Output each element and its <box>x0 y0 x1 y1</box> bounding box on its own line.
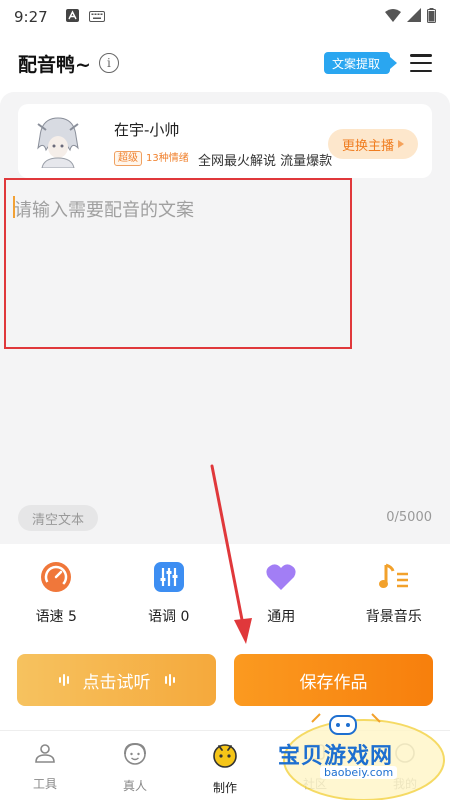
clear-text-button[interactable]: 清空文本 <box>18 505 98 531</box>
status-time: 9:27 <box>14 8 48 26</box>
wave-left-icon <box>58 674 69 686</box>
music-note-icon <box>377 560 411 594</box>
voice-card[interactable]: 在宇-小帅 超级 13种情绪 全网最火解说 流量爆款 更换主播 <box>18 104 432 178</box>
bgm-label: 背景音乐 <box>365 609 422 625</box>
script-text-input[interactable] <box>4 178 352 349</box>
speed-control[interactable]: 语速 5 <box>0 560 113 630</box>
tone-sliders-icon <box>152 560 186 594</box>
keyboard-icon <box>88 8 105 26</box>
listen-label: 点击试听 <box>82 672 151 693</box>
tone-label: 语调 0 <box>148 609 190 625</box>
voice-avatar <box>32 114 84 169</box>
status-right <box>385 7 436 27</box>
save-work-button[interactable]: 保存作品 <box>234 654 433 706</box>
super-badge: 超级 <box>114 151 142 166</box>
status-bar: 9:27 <box>0 0 450 34</box>
style-label: 通用 <box>267 609 296 625</box>
create-icon <box>211 741 239 773</box>
tab-create[interactable]: 制作 <box>180 731 270 800</box>
wave-right-icon <box>164 674 175 686</box>
voice-controls: 语速 5 语调 0 通用 背景音乐 <box>0 560 450 630</box>
tab-tools[interactable]: 工具 <box>0 731 90 800</box>
style-control[interactable]: 通用 <box>225 560 338 630</box>
signal-icon <box>407 8 421 26</box>
menu-icon[interactable] <box>410 54 432 72</box>
app-notification-icon <box>65 8 79 26</box>
wifi-icon <box>385 8 401 26</box>
tone-control[interactable]: 语调 0 <box>113 560 226 630</box>
tab-real-person[interactable]: 真人 <box>90 731 180 800</box>
tab-real-person-label: 真人 <box>122 779 147 793</box>
voice-description: 全网最火解说 流量爆款 <box>198 154 333 169</box>
app-header: 配音鸭~ i 文案提取 <box>0 40 450 86</box>
speed-gauge-icon <box>39 560 73 594</box>
tab-tools-label: 工具 <box>32 777 57 791</box>
text-caret <box>13 196 15 218</box>
play-arrow-icon <box>398 140 404 148</box>
change-voice-button[interactable]: 更换主播 <box>328 129 418 159</box>
voice-name: 在宇-小帅 <box>114 121 180 139</box>
emotion-badge: 13种情绪 <box>146 153 189 164</box>
watermark-url: baobeiy.com <box>320 766 398 779</box>
change-voice-label: 更换主播 <box>341 138 394 154</box>
preview-listen-button[interactable]: 点击试听 <box>17 654 216 706</box>
info-icon[interactable]: i <box>98 53 119 73</box>
app-title: 配音鸭~ <box>18 53 91 76</box>
real-person-icon <box>122 741 148 771</box>
battery-icon <box>427 7 436 27</box>
heart-icon <box>264 560 298 594</box>
save-label: 保存作品 <box>299 672 368 693</box>
tools-icon <box>33 741 57 769</box>
text-extract-button[interactable]: 文案提取 <box>323 52 398 74</box>
speed-label: 语速 5 <box>35 609 77 625</box>
char-counter: 0/5000 <box>386 510 432 525</box>
tab-create-label: 制作 <box>212 781 237 795</box>
bgm-control[interactable]: 背景音乐 <box>338 560 450 630</box>
